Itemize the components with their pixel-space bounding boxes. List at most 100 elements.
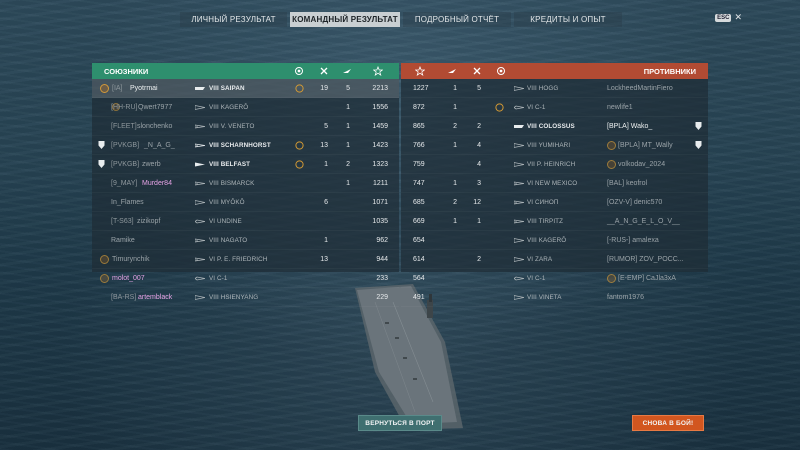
planes-value: 2 [453,199,457,206]
planes-value: 1 [346,123,350,130]
division-shield-icon [695,141,702,149]
rank-badge-icon [607,274,616,283]
kills-value: 13 [320,142,328,149]
player-name: slonchenko [137,123,173,130]
xp-value: 1556 [372,104,388,111]
carrier-class-icon [195,87,205,90]
table-row[interactable]: 491 VIII VINETA fantom1976 [401,288,708,307]
enemies-rows: 1227 1 5 VIII HOGG LockheedMartinFiero 8… [401,79,708,307]
xp-column-icon [415,66,425,76]
table-row[interactable]: 747 1 3 VI NEW MEXICO [BAL] keofrol [401,174,708,193]
table-row[interactable]: [PVKGB] _N_A_G_ VIII SCHARNHORST 13 1 14… [92,136,399,155]
kills-value: 1 [324,237,328,244]
ship-name: VIII TIRPITZ [527,218,564,225]
player-name: LockheedMartinFiero [607,85,673,92]
allies-rows: [IA] Pyotrmai VIII SAIPAN 19 5 2213 [HH-… [92,79,399,307]
xp-value: 1035 [372,218,388,225]
close-icon[interactable]: ✕ [734,12,742,23]
table-row[interactable]: 759 4 VII P. HEINRICH volkodav_2024 [401,155,708,174]
allies-title: СОЮЗНИКИ [104,67,149,76]
kills-value: 4 [477,142,481,149]
table-row[interactable]: 614 2 VI ZARA [RUMOR] ZOV_POCC... [401,250,708,269]
xp-value: 1459 [372,123,388,130]
tab-personal-result[interactable]: ЛИЧНЫЙ РЕЗУЛЬТАТ [180,12,287,27]
ship-name: VI ZARA [527,256,553,263]
close-area[interactable]: ESC ✕ [715,12,742,23]
planes-value: 1 [453,218,457,225]
xp-value: 747 [413,180,425,187]
table-row[interactable]: 669 1 1 VIII TIRPITZ __A_N_G_E_L_O_V__ [401,212,708,231]
player-clan: [FLEET] [111,123,137,130]
medal-column-icon [295,67,303,75]
player-name: _N_A_G_ [144,142,175,149]
table-row[interactable]: molot_007 VI C-1 233 [92,269,399,288]
kills-value: 6 [324,199,328,206]
table-row[interactable]: Ramike VIII NAGATO 1 962 [92,231,399,250]
table-row[interactable]: [T-S63] zizikopf VI UNDINE 1035 [92,212,399,231]
ship-name: VI C-1 [527,104,546,111]
medal-icon [295,160,304,169]
player-name: newlife1 [607,104,633,111]
xp-value: 1071 [372,199,388,206]
table-row[interactable]: Timurynchik VI P. E. FRIEDRICH 13 944 [92,250,399,269]
table-row[interactable]: 865 2 2 VIII COLOSSUS [BPLA] Wako_ [401,117,708,136]
ship-name: VIII SCHARNHORST [209,142,271,149]
xp-value: 614 [413,256,425,263]
table-row[interactable]: [HH-RU] Qwert7977 VIII KAGERŌ 1 1556 [92,98,399,117]
tab-credits-xp[interactable]: КРЕДИТЫ И ОПЫТ [514,12,622,27]
player-name: [OZV-V] denic570 [607,199,663,206]
return-to-port-button[interactable]: ВЕРНУТЬСЯ В ПОРТ [358,415,442,431]
table-row[interactable]: 1227 1 5 VIII HOGG LockheedMartinFiero [401,79,708,98]
table-row[interactable]: 872 1 VI C-1 newlife1 [401,98,708,117]
xp-value: 685 [413,199,425,206]
ship-name: VIII BELFAST [209,161,251,168]
player-name: molot_007 [112,275,145,282]
rank-badge-icon [100,274,109,283]
xp-column-icon [373,66,383,76]
table-row[interactable]: 564 VI C-1 [E-EMP] CaJla3xA [401,269,708,288]
submarine-class-icon [514,276,524,281]
player-clan: [9_MAY] [111,180,138,187]
xp-value: 233 [376,275,388,282]
cruiser-class-icon [514,162,524,167]
xp-value: 865 [413,123,425,130]
enemies-title: ПРОТИВНИКИ [643,67,696,76]
player-name: [BPLA] Wako_ [607,123,653,130]
xp-value: 872 [413,104,425,111]
kills-value: 2 [477,123,481,130]
kills-value: 3 [477,180,481,187]
battleship-class-icon [514,200,524,205]
ship-name: VIII V. VENETO [209,123,255,130]
player-name: volkodav_2024 [618,161,666,168]
table-row[interactable]: 654 VIII KAGERŌ [-RUS-] amalexa [401,231,708,250]
enemies-header: ПРОТИВНИКИ [401,63,708,79]
battleship-class-icon [195,257,205,262]
ship-name: VIII NAGATO [209,237,248,244]
table-row[interactable]: [PVKGB] zwerb VIII BELFAST 1 2 1323 [92,155,399,174]
tab-bar: ЛИЧНЫЙ РЕЗУЛЬТАТ КОМАНДНЫЙ РЕЗУЛЬТАТ ПОД… [180,12,622,27]
ship-name: VIII BISMARCK [209,180,255,187]
table-row[interactable]: [FLEET] slonchenko VIII V. VENETO 5 1 14… [92,117,399,136]
medal-column-icon [497,67,505,75]
kills-value: 1 [477,218,481,225]
submarine-class-icon [195,219,205,224]
table-row[interactable]: [IA] Pyotrmai VIII SAIPAN 19 5 2213 [92,79,399,98]
planes-value: 1 [346,180,350,187]
table-row[interactable]: [9_MAY] Murder84 VIII BISMARCK 1 1211 [92,174,399,193]
table-row[interactable]: [BA-RS] artemblack VIII HSIENYANG 229 [92,288,399,307]
table-row[interactable]: In_Flames VIII MYŌKŌ 6 1071 [92,193,399,212]
table-row[interactable]: 766 1 4 VIII YUMIHARI [BPLA] MT_Wally [401,136,708,155]
xp-value: 1423 [372,142,388,149]
planes-value: 1 [453,104,457,111]
medal-icon [295,84,304,93]
battle-again-button[interactable]: СНОВА В БОЙ! [632,415,704,431]
player-name: Pyotrmai [130,85,158,92]
tab-team-result[interactable]: КОМАНДНЫЙ РЕЗУЛЬТАТ [290,12,400,27]
player-clan: [IA] [112,85,123,92]
destroyer-class-icon [514,143,524,148]
ship-name: VI СИНОП [527,199,559,206]
table-row[interactable]: 685 2 12 VI СИНОП [OZV-V] denic570 [401,193,708,212]
tab-detailed-report[interactable]: ПОДРОБНЫЙ ОТЧЁТ [403,12,511,27]
player-name: fantom1976 [607,294,644,301]
battleship-class-icon [195,143,205,148]
